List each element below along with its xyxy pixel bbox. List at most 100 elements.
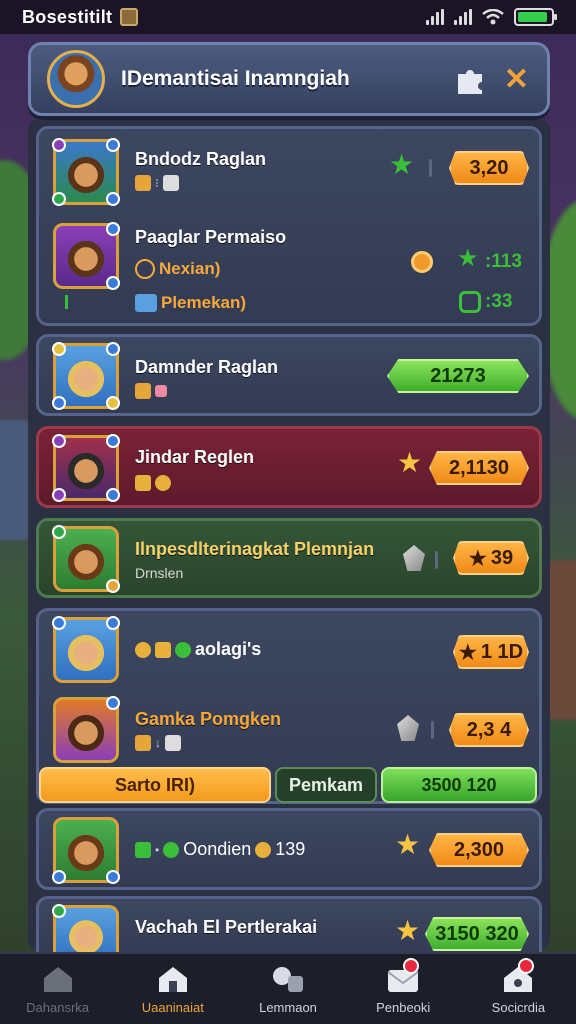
entry-name: Damnder Raglan xyxy=(135,357,279,377)
nav-label: Socicrdia xyxy=(491,999,546,1015)
score-badge: 2,1130 xyxy=(429,451,529,485)
coin-icon xyxy=(255,841,272,858)
barrel-icon xyxy=(135,735,151,751)
barrel-icon xyxy=(135,175,151,191)
clock-icon xyxy=(459,291,481,313)
score-badge: 3150 320 xyxy=(425,917,529,951)
star-icon: ★ xyxy=(458,641,477,664)
signal-icon xyxy=(426,9,444,25)
star-icon: ★ xyxy=(457,245,479,272)
list-item[interactable]: Gamka Pomgken ↓ 2,3 4 xyxy=(39,695,539,765)
star-icon: ★ xyxy=(395,829,421,860)
stat-value: :33 xyxy=(485,291,513,312)
wifi-icon xyxy=(482,9,504,25)
gem-icon xyxy=(403,545,425,571)
entry-name: Jindar Reglen xyxy=(135,447,255,467)
bg-house-right xyxy=(548,560,576,720)
score-value: 2,300 xyxy=(453,838,505,861)
leaf-icon xyxy=(135,841,151,858)
close-icon[interactable]: ✕ xyxy=(504,62,529,97)
entry-resources xyxy=(135,383,167,399)
status-indicators xyxy=(426,8,557,26)
hero-avatar xyxy=(52,342,120,410)
list-card: aolagi's ★ 1 1D Gamka Pomgken ↓ 2,3 4 Sar… xyxy=(36,608,542,804)
entry-name: Bndodz Raglan xyxy=(135,149,266,169)
score-value: 3150 320 xyxy=(435,922,519,945)
hero-avatar xyxy=(53,222,120,290)
hero-avatar xyxy=(52,434,120,502)
notification-badge xyxy=(518,958,535,974)
nav-label: Uaaninaiat xyxy=(141,999,204,1015)
nav-item-mail[interactable]: Penbeoki xyxy=(346,954,461,1024)
signal-icon-secondary xyxy=(454,9,472,25)
hero-avatar xyxy=(52,525,120,593)
coin-icon xyxy=(135,259,155,279)
list-item[interactable]: Bndodz Raglan ⁝ ★ 3,20 xyxy=(39,129,539,223)
list-item[interactable]: Vachah El Pertlerakai ★ 3150 320 xyxy=(36,896,542,961)
notification-badge xyxy=(402,958,419,974)
ranking-list: Bndodz Raglan ⁝ ★ 3,20 Paaglar Permaiso … xyxy=(28,120,550,961)
entry-line-2: Plemekan) xyxy=(135,293,246,313)
list-item[interactable]: • Oondien 139 ★ 2,300 xyxy=(36,808,542,890)
list-item[interactable]: Paaglar Permaiso Nexian) Plemekan) ★ :11… xyxy=(39,222,539,327)
nav-item-social[interactable]: Socicrdia xyxy=(461,954,576,1024)
battery-icon xyxy=(514,8,557,26)
leaf-icon xyxy=(163,841,180,858)
player-avatar[interactable] xyxy=(47,50,105,108)
nav-item-home[interactable]: Dahansrka xyxy=(0,954,115,1024)
entry-name: Ilnpesdlterinagkat Plemnjan xyxy=(135,539,375,559)
pemkam-button[interactable]: Pemkam xyxy=(275,767,377,803)
entry-line-1: Nexian) xyxy=(135,259,220,279)
entry-name: Oondien xyxy=(183,839,252,859)
house-icon xyxy=(135,294,157,312)
score-value: 21273 xyxy=(430,364,486,387)
list-item[interactable]: aolagi's ★ 1 1D xyxy=(39,611,539,695)
hero-avatar xyxy=(52,138,120,206)
gem-icon xyxy=(155,385,167,397)
score-value: 1 1D xyxy=(480,640,524,663)
score-badge: 21273 xyxy=(387,359,529,393)
score-badge: 2,300 xyxy=(429,833,529,867)
bottom-nav: Dahansrka Uaaninaiat Lemmaon Penbeoki So… xyxy=(0,952,576,1024)
entry-line-2-text: Plemekan) xyxy=(161,293,247,312)
dice-icon xyxy=(162,175,179,191)
list-item[interactable]: Jindar Reglen ★ 2,1130 xyxy=(36,426,542,508)
nav-item-village[interactable]: Uaaninaiat xyxy=(115,954,230,1024)
score-value: 3,20 xyxy=(469,156,509,179)
gold-icon xyxy=(155,641,171,658)
list-card: Bndodz Raglan ⁝ ★ 3,20 Paaglar Permaiso … xyxy=(36,126,542,326)
hero-avatar xyxy=(53,696,120,763)
coin-icon xyxy=(135,641,151,658)
gold-icon xyxy=(135,383,151,399)
bg-house-left xyxy=(0,420,30,540)
list-item[interactable]: Damnder Raglan 21273 xyxy=(36,334,542,416)
score-badge: 2,3 4 xyxy=(449,713,529,747)
entry-resources: ↓ xyxy=(135,735,181,751)
hero-avatar xyxy=(52,616,120,683)
hero-avatar xyxy=(52,817,120,884)
nav-label: Dahansrka xyxy=(26,999,90,1015)
stat-value: :113 xyxy=(485,251,522,272)
puzzle-icon[interactable] xyxy=(454,62,488,96)
start-button[interactable]: Sarto IRI) xyxy=(39,767,271,803)
score-value: 39 xyxy=(490,546,514,569)
dice-icon xyxy=(165,735,181,751)
entry-resources: ⁝ xyxy=(135,175,179,191)
entry-subtitle: Drnslen xyxy=(135,565,184,581)
home-icon xyxy=(43,966,72,992)
nav-item-chat[interactable]: Lemmaon xyxy=(230,954,345,1024)
house-icon xyxy=(158,966,187,992)
entry-name: aolagi's xyxy=(195,639,262,659)
entry-name: Paaglar Permaiso xyxy=(135,227,287,247)
list-item[interactable]: Ilnpesdlterinagkat Plemnjan Drnslen ★ 39 xyxy=(36,518,542,598)
page-title: IDemantisai Inamngiah xyxy=(121,67,350,90)
score-badge: 3,20 xyxy=(449,151,529,185)
entry-resources xyxy=(135,475,171,491)
entry-name: Vachah El Pertlerakai xyxy=(135,917,318,937)
value-button[interactable]: 3500 120 xyxy=(381,767,537,803)
entry-line-1-text: Nexian) xyxy=(159,259,221,278)
header-panel: IDemantisai Inamngiah ✕ xyxy=(28,42,550,116)
battery-fill xyxy=(518,12,547,22)
chat-icon xyxy=(273,966,303,992)
star-icon: ★ xyxy=(389,149,415,180)
